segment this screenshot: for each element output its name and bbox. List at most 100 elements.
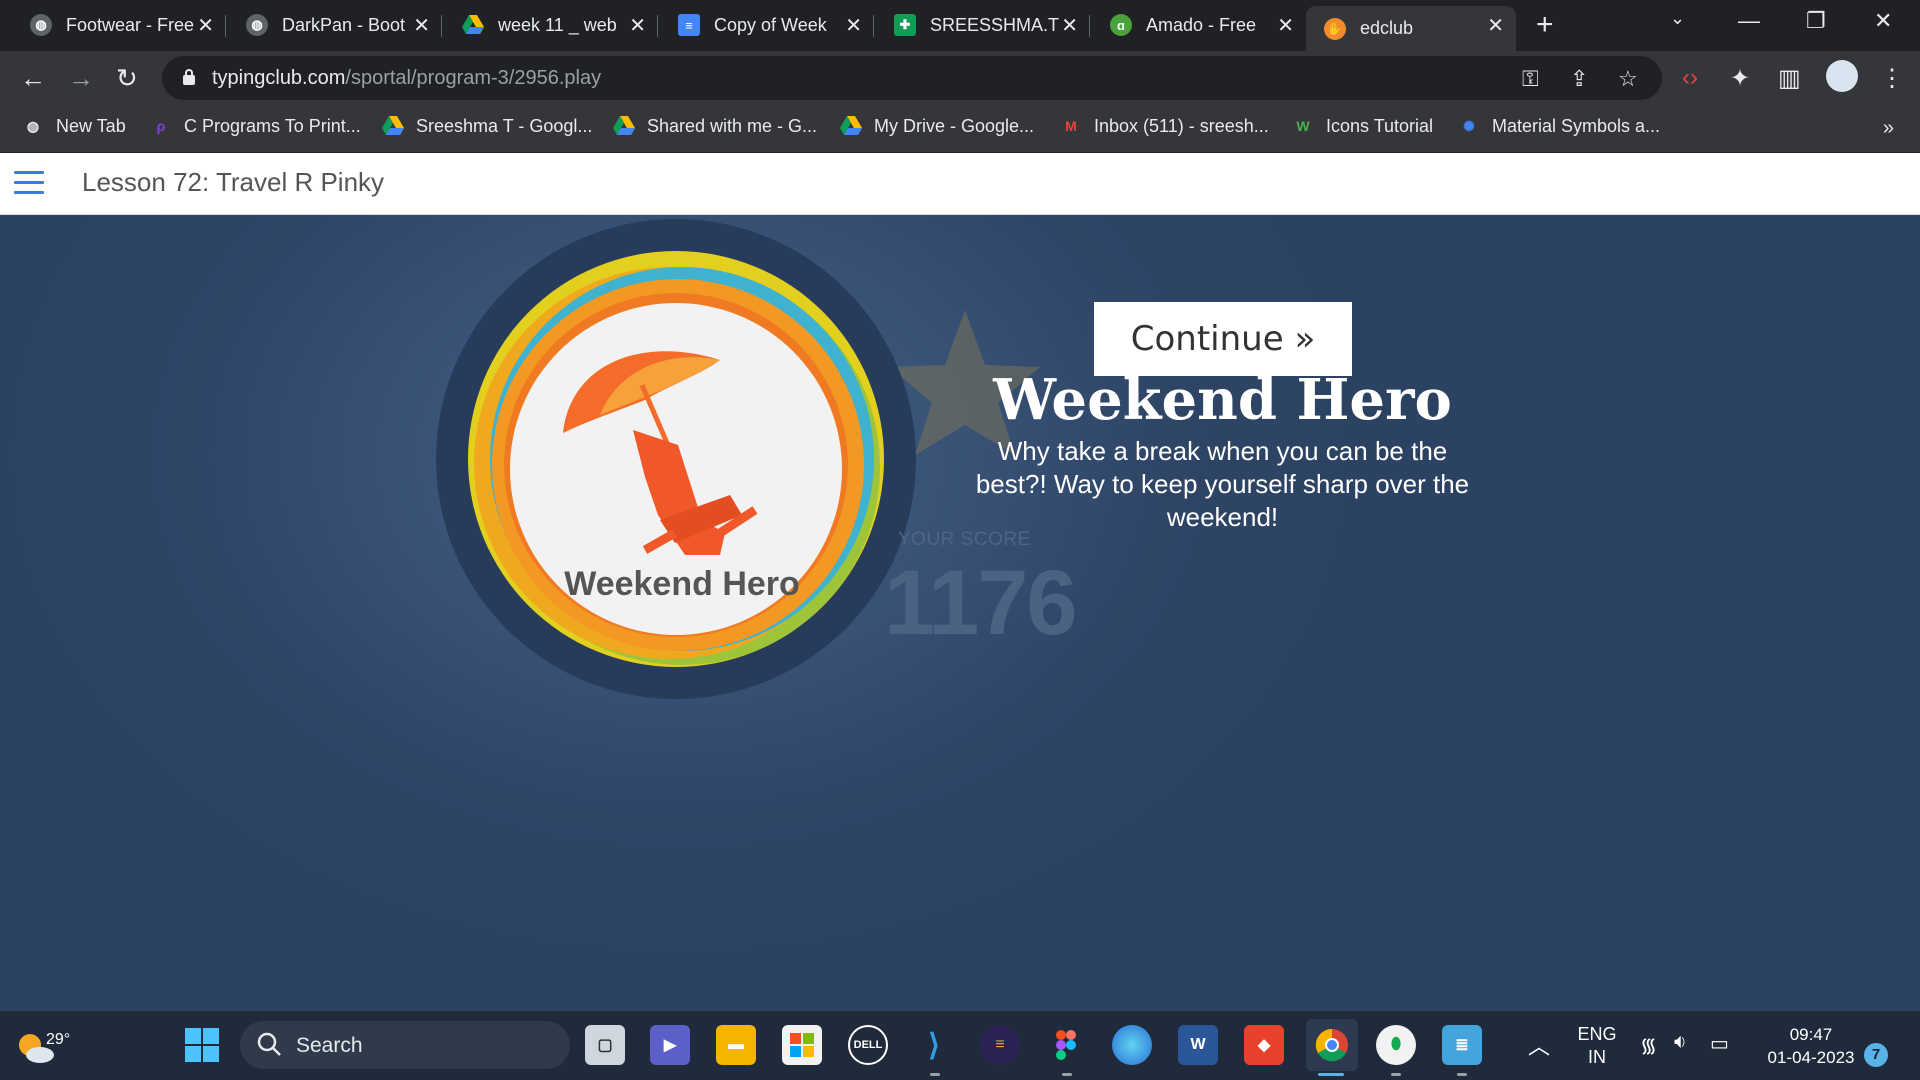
url-text: typingclub.com/sportal/program-3/2956.pl… — [212, 67, 601, 90]
bookmark-star-icon[interactable]: ☆ — [1618, 66, 1638, 92]
material-icon: ✺ — [1463, 117, 1475, 134]
reload-icon[interactable]: ↻ — [116, 63, 138, 94]
tab-divider — [225, 15, 226, 37]
browser-tab-strip: ◍ Footwear - Free ✕ ◍ DarkPan - Boot ✕ w… — [0, 0, 1920, 51]
language-indicator[interactable]: ENG IN — [1570, 1023, 1624, 1069]
google-drive-icon — [382, 115, 404, 137]
weather-temperature: 29° — [46, 1031, 71, 1048]
devtools-extension-icon[interactable]: ‹› — [1682, 64, 1698, 92]
tab-label: edclub — [1360, 18, 1414, 38]
browser-tab-active[interactable]: ✋ edclub ✕ — [1306, 6, 1516, 51]
programiz-icon: ρ — [156, 118, 166, 134]
mongodb-compass-icon[interactable]: ⬮ — [1376, 1025, 1416, 1065]
browser-tab[interactable]: ≡ Copy of Week ✕ — [660, 6, 874, 44]
running-indicator-active — [1318, 1073, 1344, 1076]
dell-icon[interactable]: DELL — [848, 1025, 888, 1065]
continue-button[interactable]: Continue » — [1094, 302, 1352, 376]
close-window-icon[interactable]: ✕ — [1874, 8, 1892, 34]
close-icon[interactable]: ✕ — [1277, 13, 1294, 38]
lock-icon — [183, 69, 195, 85]
menu-kebab-icon[interactable]: ⋮ — [1880, 64, 1904, 93]
browser-tab[interactable]: ✚ SREESSHMA.T ✕ — [876, 6, 1090, 44]
language-line2: IN — [1588, 1047, 1606, 1067]
browser-tab[interactable]: ◍ DarkPan - Boot ✕ — [228, 6, 442, 44]
word-icon[interactable]: W — [1178, 1025, 1218, 1065]
tab-divider — [873, 15, 874, 37]
file-explorer-icon[interactable]: ▬ — [716, 1025, 756, 1065]
browser-toolbar: ← → ↻ typingclub.com/sportal/program-3/2… — [0, 51, 1920, 105]
show-hidden-icons-chevron-icon[interactable]: ︿ — [1528, 1029, 1550, 1061]
system-clock[interactable]: 09:47 01-04-2023 — [1756, 1023, 1866, 1069]
clock-time: 09:47 — [1789, 1025, 1833, 1044]
bookmark-item[interactable]: ρ C Programs To Print... — [150, 115, 361, 137]
tab-divider — [1089, 15, 1090, 37]
close-icon[interactable]: ✕ — [845, 13, 862, 38]
chrome-icon[interactable] — [1306, 1019, 1358, 1071]
restore-icon[interactable]: ❐ — [1806, 8, 1826, 34]
vscode-icon[interactable]: ⟩ — [914, 1025, 954, 1065]
close-icon[interactable]: ✕ — [1487, 13, 1504, 38]
google-drive-icon — [462, 14, 484, 36]
amado-icon: ɑ — [1110, 14, 1132, 36]
score-value: 1176 — [884, 552, 1078, 654]
google-docs-icon: ≡ — [678, 14, 700, 36]
browser-tab[interactable]: week 11 _ web ✕ — [444, 6, 658, 44]
bookmark-item[interactable]: Shared with me - G... — [613, 115, 817, 137]
eclipse-icon[interactable]: ≡ — [980, 1025, 1020, 1065]
address-bar[interactable]: typingclub.com/sportal/program-3/2956.pl… — [162, 56, 1662, 100]
hamburger-menu-icon[interactable] — [14, 171, 44, 195]
weather-widget[interactable]: 29° — [14, 1023, 70, 1067]
bookmarks-bar: ◍ New Tab ρ C Programs To Print... Srees… — [0, 105, 1920, 153]
notification-badge[interactable]: 7 — [1864, 1043, 1888, 1067]
more-bookmarks-chevron-icon[interactable]: » — [1883, 117, 1894, 140]
close-icon[interactable]: ✕ — [197, 13, 214, 38]
tab-divider — [657, 15, 658, 37]
tab-search-icon[interactable]: ⌄ — [1670, 8, 1685, 29]
close-icon[interactable]: ✕ — [1061, 13, 1078, 38]
forward-icon[interactable]: → — [68, 63, 94, 94]
new-tab-icon[interactable]: + — [1536, 8, 1554, 42]
bookmark-item[interactable]: M Inbox (511) - sreesh... — [1060, 115, 1269, 137]
volume-icon[interactable]: 🔉︎ — [1674, 1031, 1687, 1054]
anydesk-icon[interactable]: ◆ — [1244, 1025, 1284, 1065]
windows-start-icon[interactable] — [182, 1025, 222, 1065]
battery-icon[interactable]: ▭ — [1710, 1031, 1729, 1056]
microsoft-store-icon[interactable] — [782, 1025, 822, 1065]
side-panel-icon[interactable]: ▥ — [1778, 64, 1801, 93]
bookmark-item[interactable]: ✺ Material Symbols a... — [1458, 115, 1660, 137]
bookmark-item[interactable]: Sreeshma T - Googl... — [382, 115, 592, 137]
browser-tab[interactable]: ◍ Footwear - Free ✕ — [12, 6, 226, 44]
key-icon[interactable]: ⚿ — [1522, 66, 1539, 92]
bookmark-label: New Tab — [56, 115, 126, 136]
back-icon[interactable]: ← — [20, 63, 46, 94]
figma-icon[interactable] — [1046, 1025, 1086, 1065]
teams-chat-icon[interactable]: ▶ — [650, 1025, 690, 1065]
bookmark-label: Icons Tutorial — [1326, 115, 1434, 136]
badge-label: Weekend Hero — [564, 565, 800, 603]
google-sheets-icon: ✚ — [894, 14, 916, 36]
task-view-icon[interactable]: ▢ — [585, 1025, 625, 1065]
notepad-icon[interactable]: ≣ — [1442, 1025, 1482, 1065]
bookmark-item[interactable]: My Drive - Google... — [840, 115, 1034, 137]
wifi-icon[interactable]: ᯾ — [1640, 1031, 1657, 1058]
running-indicator — [930, 1073, 940, 1076]
bookmark-label: Material Symbols a... — [1492, 115, 1661, 136]
tab-label: Amado - Free — [1146, 14, 1257, 35]
bookmark-item[interactable]: W Icons Tutorial — [1292, 115, 1433, 137]
profile-avatar[interactable] — [1826, 60, 1858, 92]
url-path: /sportal/program-3/2956.play — [345, 67, 602, 89]
tab-label: week 11 _ web — [498, 14, 617, 35]
taskbar-search-input[interactable]: Search — [240, 1021, 570, 1069]
browser-tab[interactable]: ɑ Amado - Free ✕ — [1092, 6, 1306, 44]
globe-icon: ◍ — [26, 117, 40, 134]
bookmark-item[interactable]: ◍ New Tab — [22, 115, 126, 137]
close-icon[interactable]: ✕ — [629, 13, 646, 38]
minimize-icon[interactable]: — — [1738, 8, 1760, 34]
edclub-icon: ✋ — [1324, 17, 1346, 40]
url-host: typingclub.com — [212, 67, 346, 89]
running-indicator — [1391, 1073, 1401, 1076]
close-icon[interactable]: ✕ — [413, 13, 430, 38]
extensions-puzzle-icon[interactable]: ✦ — [1730, 64, 1750, 93]
share-icon[interactable]: ⇪ — [1570, 66, 1588, 92]
edge-browser-icon[interactable] — [1112, 1025, 1152, 1065]
